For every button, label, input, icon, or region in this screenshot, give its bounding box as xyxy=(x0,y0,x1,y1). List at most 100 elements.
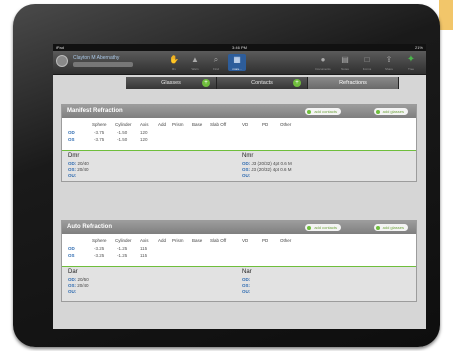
tab-refractions[interactable]: Refractions xyxy=(308,77,399,89)
refraction-table: Sphere Cylinder Axis Add Prism Base Slab… xyxy=(62,118,416,150)
acuity-line[interactable]: OD: 20/50 xyxy=(68,277,89,282)
auto-refraction-panel: Auto Refraction add contacts add glasses… xyxy=(61,220,417,302)
add-contacts-button[interactable]: add contacts xyxy=(305,108,341,115)
cell-cylinder[interactable]: -1.25 xyxy=(117,246,127,251)
cell-axis[interactable]: 115 xyxy=(140,253,147,258)
tab-contacts[interactable]: Contacts + xyxy=(217,77,308,89)
distance-acuity-title: Dar xyxy=(68,269,78,275)
col-header: Prism xyxy=(172,238,184,243)
clock: 3:46 PM xyxy=(232,45,247,50)
nav-item-notes[interactable]: ▤ Notes xyxy=(336,54,354,71)
acuity-line[interactable]: OU: xyxy=(68,289,76,294)
patient-avatar[interactable] xyxy=(56,55,68,67)
add-glasses-button[interactable]: add glasses xyxy=(373,224,408,231)
col-header: Add xyxy=(158,122,167,127)
distance-acuity-title: Dmr xyxy=(68,153,80,159)
cell-sphere[interactable]: -3.25 xyxy=(94,246,104,251)
add-contacts-plus-icon[interactable]: + xyxy=(293,79,301,87)
col-header: Add xyxy=(158,238,167,243)
patient-name[interactable]: Clayton M Abernathy xyxy=(73,55,119,61)
manifest-refraction-panel: Manifest Refraction add contacts add gla… xyxy=(61,104,417,182)
top-navbar: Clayton M Abernathy ✋ Rx ▲ Warn ⌕ Find ▦… xyxy=(53,51,426,75)
search-icon: ⌕ xyxy=(213,55,219,64)
form-icon: □ xyxy=(364,55,370,64)
warning-icon: ▲ xyxy=(191,55,199,64)
nav-item-more[interactable]: ▦ more... xyxy=(228,54,246,71)
background-corner xyxy=(439,0,453,30)
add-glasses-button[interactable]: add glasses xyxy=(373,108,408,115)
col-header: Prism xyxy=(172,122,184,127)
tab-bar: Glasses + Contacts + Refractions xyxy=(126,77,399,89)
tab-glasses[interactable]: Glasses + xyxy=(126,77,217,89)
acuity-line[interactable]: OD: xyxy=(242,277,250,282)
battery-indicator: 21% xyxy=(414,45,423,50)
patient-info-bar xyxy=(73,62,133,67)
col-header: PD xyxy=(262,122,269,127)
app-screen: iPad 3:46 PM 21% Clayton M Abernathy ✋ R… xyxy=(53,44,426,329)
person-icon: ● xyxy=(320,55,326,64)
col-header: VD xyxy=(242,238,249,243)
acuity-line[interactable]: OD: J3 (20/32) 4pt 0.6 M xyxy=(242,161,292,166)
share-icon: ⇪ xyxy=(385,55,393,64)
nav-item-tree[interactable]: ✦ Tree xyxy=(402,54,420,71)
nav-item-documents[interactable]: ● Documents xyxy=(314,54,332,71)
col-header: Other xyxy=(280,122,292,127)
acuity-line[interactable]: OS: J3 (20/32) 4pt 0.6 M xyxy=(242,167,292,172)
acuity-line[interactable]: OS: xyxy=(242,283,250,288)
nav-item-share[interactable]: ⇪ Share xyxy=(380,54,398,71)
col-header: Other xyxy=(280,238,292,243)
cell-sphere[interactable]: -3.75 xyxy=(94,137,104,142)
cell-cylinder[interactable]: -1.50 xyxy=(117,137,127,142)
cell-sphere[interactable]: -3.75 xyxy=(94,130,104,135)
nav-item-rx[interactable]: ✋ Rx xyxy=(165,54,183,71)
nav-toolbar: ✋ Rx ▲ Warn ⌕ Find ▦ more... xyxy=(165,54,249,71)
col-header: Slab Off xyxy=(210,238,227,243)
carrier-label: iPad xyxy=(56,45,65,50)
cell-axis[interactable]: 120 xyxy=(140,137,148,142)
col-header: VD xyxy=(242,122,249,127)
near-acuity-title: Nmr xyxy=(242,153,254,159)
hand-icon: ✋ xyxy=(169,55,179,64)
col-header: Base xyxy=(192,122,203,127)
col-header: Sphere xyxy=(92,122,107,127)
panel-title: Manifest Refraction xyxy=(67,108,123,114)
panel-header: Manifest Refraction add contacts add gla… xyxy=(62,105,416,118)
visual-acuity-section: Dmr OD: 20/40 OS: 20/40 OU: Nmr OD: J3 (… xyxy=(62,151,416,181)
cell-sphere[interactable]: -3.25 xyxy=(94,253,104,258)
panel-header: Auto Refraction add contacts add glasses xyxy=(62,221,416,234)
acuity-line[interactable]: OS: 20/40 xyxy=(68,283,89,288)
visual-acuity-section: Dar OD: 20/50 OS: 20/40 OU: Nar OD: OS: … xyxy=(62,267,416,301)
col-header: PD xyxy=(262,238,269,243)
cell-cylinder[interactable]: -1.25 xyxy=(117,253,127,258)
col-header: Cylinder xyxy=(115,238,132,243)
near-acuity-title: Nar xyxy=(242,269,252,275)
nav-item-warn[interactable]: ▲ Warn xyxy=(186,54,204,71)
col-header: Sphere xyxy=(92,238,107,243)
panel-title: Auto Refraction xyxy=(67,224,112,230)
acuity-line[interactable]: OD: 20/40 xyxy=(68,161,89,166)
add-glasses-plus-icon[interactable]: + xyxy=(202,79,210,87)
status-bar: iPad 3:46 PM 21% xyxy=(53,44,426,51)
row-eye-label: OD xyxy=(68,246,75,251)
col-header: Axis xyxy=(140,122,149,127)
ipad-device-frame: iPad 3:46 PM 21% Clayton M Abernathy ✋ R… xyxy=(13,4,440,347)
nav-item-forms[interactable]: □ Forms xyxy=(358,54,376,71)
refraction-table: Sphere Cylinder Axis Add Prism Base Slab… xyxy=(62,234,416,266)
acuity-line[interactable]: OS: 20/40 xyxy=(68,167,89,172)
notes-icon: ▤ xyxy=(341,55,349,64)
acuity-line[interactable]: OU: xyxy=(68,173,76,178)
cell-axis[interactable]: 120 xyxy=(140,130,148,135)
acuity-line[interactable]: OU: xyxy=(242,289,250,294)
col-header: Base xyxy=(192,238,203,243)
col-header: Slab Off xyxy=(210,122,227,127)
row-eye-label: OS xyxy=(68,253,75,258)
grid-icon: ▦ xyxy=(233,55,241,64)
acuity-line[interactable]: OU: xyxy=(242,173,250,178)
row-eye-label: OS xyxy=(68,137,75,142)
add-contacts-button[interactable]: add contacts xyxy=(305,224,341,231)
cell-axis[interactable]: 115 xyxy=(140,246,147,251)
tree-icon: ✦ xyxy=(406,54,416,65)
nav-item-find[interactable]: ⌕ Find xyxy=(207,54,225,71)
col-header: Axis xyxy=(140,238,149,243)
cell-cylinder[interactable]: -1.50 xyxy=(117,130,127,135)
